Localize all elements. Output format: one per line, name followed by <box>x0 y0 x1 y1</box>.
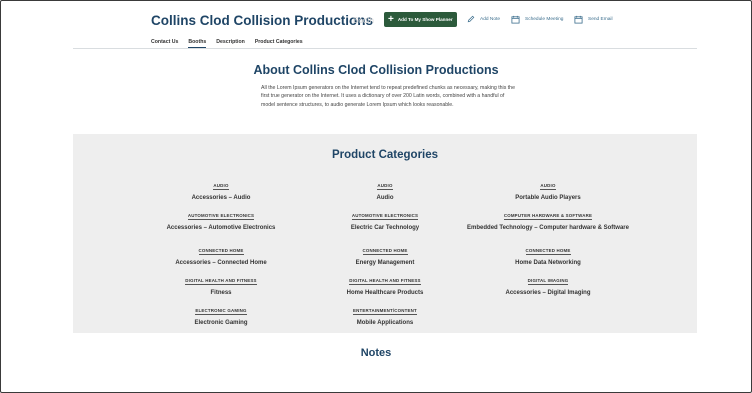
send-email-button[interactable]: Send Email <box>574 15 613 24</box>
send-email-label: Send Email <box>588 17 613 22</box>
notes-title: Notes <box>360 347 392 359</box>
category-name: Portable Audio Players <box>515 195 581 201</box>
category-group-link[interactable]: CONNECTED HOME <box>198 248 244 255</box>
exhibitor-page: Collins Clod Collision Productions Booth… <box>0 0 752 393</box>
pencil-icon <box>467 15 475 23</box>
category-group-link[interactable]: CONNECTED HOME <box>525 248 571 255</box>
tab-booths[interactable]: Booths <box>188 39 207 48</box>
exhibitor-header: Collins Clod Collision Productions Booth… <box>1 1 751 49</box>
add-note-button[interactable]: Add Note <box>467 15 500 23</box>
category-name: Home Data Networking <box>515 260 581 266</box>
category-item: COMPUTER HARDWARE & SOFTWARE Embedded Te… <box>443 204 653 232</box>
section-tabs: Contact Us Booths Description Product Ca… <box>151 39 313 48</box>
add-to-planner-button[interactable]: + Add To My Show Planner <box>384 12 457 27</box>
company-title: Collins Clod Collision Productions <box>151 13 373 28</box>
category-name: Mobile Applications <box>356 320 414 326</box>
category-group-link[interactable]: ENTERTAINMENT/CONTENT <box>353 308 417 315</box>
product-categories-section: Product Categories AUDIO Accessories – A… <box>73 134 697 333</box>
category-group-link[interactable]: AUDIO <box>377 183 393 190</box>
about-title: About Collins Clod Collision Productions <box>253 63 499 77</box>
category-item: ENTERTAINMENT/CONTENT Mobile Application… <box>280 299 490 327</box>
category-name: Embedded Technology – Computer hardware … <box>467 225 629 231</box>
tab-description[interactable]: Description <box>216 39 245 48</box>
category-group-link[interactable]: CONNECTED HOME <box>362 248 408 255</box>
category-group-link[interactable]: DIGITAL HEALTH AND FITNESS <box>185 278 257 285</box>
header-divider <box>73 48 697 49</box>
about-description: All the Lorem Ipsum generators on the In… <box>261 85 515 108</box>
product-categories-title: Product Categories <box>331 149 439 161</box>
faded-booth-label: Booth <box>353 16 374 25</box>
category-group-link[interactable]: AUTOMOTIVE ELECTRONICS <box>351 213 419 220</box>
category-group-link[interactable]: COMPUTER HARDWARE & SOFTWARE <box>503 213 593 220</box>
schedule-meeting-label: Schedule Meeting <box>525 17 564 22</box>
category-group-link[interactable]: DIGITAL IMAGING <box>527 278 569 285</box>
tab-contact-us[interactable]: Contact Us <box>151 39 178 48</box>
category-item: DIGITAL IMAGING Accessories – Digital Im… <box>443 269 653 297</box>
category-name: Accessories – Digital Imaging <box>505 290 591 296</box>
category-item: CONNECTED HOME Home Data Networking <box>443 239 653 267</box>
add-note-label: Add Note <box>480 16 501 22</box>
category-group-link[interactable]: ELECTRONIC GAMING <box>195 308 247 315</box>
schedule-meeting-button[interactable]: Schedule Meeting <box>511 15 563 24</box>
category-group-link[interactable]: DIGITAL HEALTH AND FITNESS <box>349 278 421 285</box>
category-item: AUDIO Portable Audio Players <box>443 174 653 202</box>
calendar-icon <box>511 15 520 24</box>
plus-icon: + <box>388 13 394 25</box>
category-group-link[interactable]: AUDIO <box>213 183 229 190</box>
add-to-planner-label: Add To My Show Planner <box>397 17 453 22</box>
tab-product-categories[interactable]: Product Categories <box>255 39 303 48</box>
calendar-icon <box>574 15 583 24</box>
category-group-link[interactable]: AUTOMOTIVE ELECTRONICS <box>187 213 255 220</box>
category-group-link[interactable]: AUDIO <box>540 183 556 190</box>
